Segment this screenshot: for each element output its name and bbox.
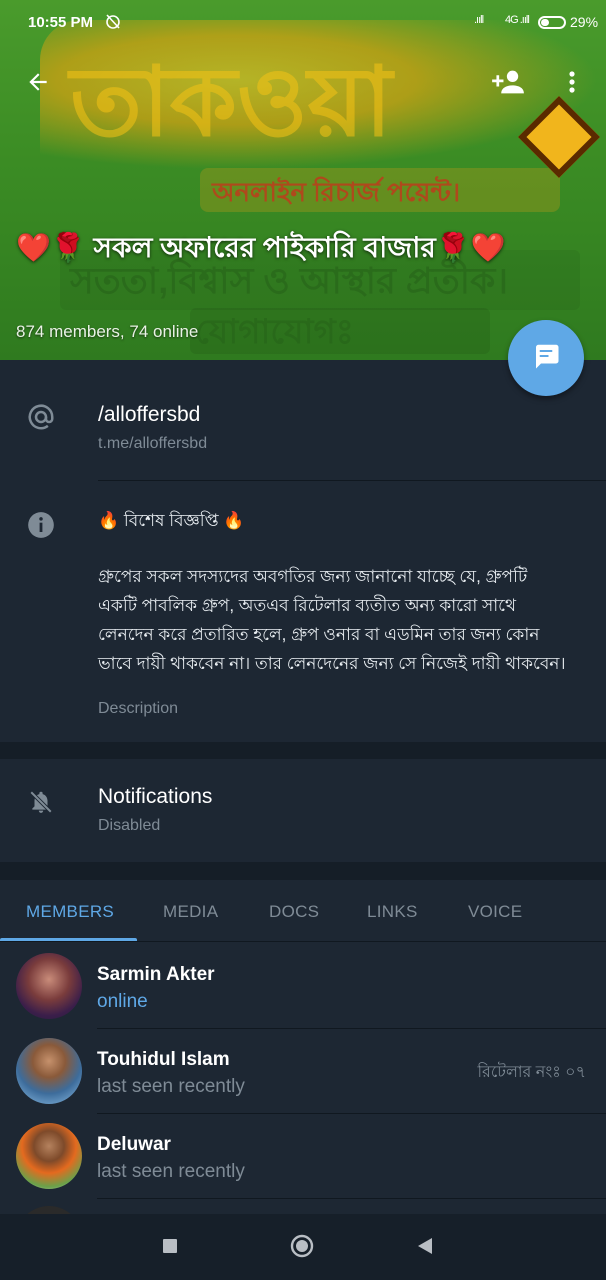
divider bbox=[98, 480, 606, 481]
divider bbox=[97, 1198, 606, 1199]
person-add-icon bbox=[491, 68, 525, 101]
circle-icon bbox=[290, 1234, 314, 1258]
group-link[interactable]: t.me/alloffersbd bbox=[98, 435, 207, 453]
triangle-back-icon bbox=[418, 1238, 432, 1254]
tabs-divider bbox=[0, 941, 606, 942]
group-username[interactable]: /alloffersbd bbox=[98, 403, 200, 427]
back-button[interactable] bbox=[14, 60, 62, 108]
back-nav-button[interactable] bbox=[416, 1236, 434, 1261]
tab-links[interactable]: LINKS bbox=[367, 902, 418, 922]
notifications-state: Disabled bbox=[98, 817, 161, 834]
home-button[interactable] bbox=[290, 1234, 314, 1263]
add-member-button[interactable] bbox=[484, 60, 532, 108]
recents-button[interactable] bbox=[162, 1238, 178, 1259]
member-name: Sarmin Akter bbox=[97, 964, 215, 985]
section-gap bbox=[0, 742, 606, 759]
notifications-row[interactable]: Notifications Disabled bbox=[0, 759, 606, 862]
member-status: last seen recently bbox=[97, 1076, 245, 1097]
tab-voice[interactable]: VOICE bbox=[468, 902, 522, 922]
info-icon bbox=[26, 510, 56, 540]
tab-docs[interactable]: DOCS bbox=[269, 902, 319, 922]
member-name: Touhidul Islam bbox=[97, 1049, 230, 1070]
status-bar: 10:55 PM .ııll 4G .ııll 29% bbox=[0, 0, 606, 46]
at-sign-icon bbox=[26, 402, 56, 432]
section-gap bbox=[0, 862, 606, 880]
bell-off-icon bbox=[26, 787, 56, 817]
more-vertical-icon bbox=[568, 70, 576, 99]
member-row[interactable]: Touhidul Islam last seen recently রিটেলা… bbox=[0, 1029, 606, 1114]
chat-icon bbox=[531, 341, 561, 376]
member-row[interactable]: Sarmin Akter online bbox=[0, 944, 606, 1029]
member-status: last seen recently bbox=[97, 1161, 245, 1182]
battery-percent: 29% bbox=[570, 14, 599, 30]
member-row[interactable]: Deluwar last seen recently bbox=[0, 1114, 606, 1199]
media-tabs: MEMBERS MEDIA DOCS LINKS VOICE bbox=[0, 880, 606, 944]
signal-icon: .ııll bbox=[474, 14, 484, 26]
banner-main-text: তাকওয়া bbox=[70, 45, 393, 158]
description-body: গ্রুপের সকল সদস্যদের অবগতির জন্য জানানো … bbox=[98, 567, 566, 673]
tab-members[interactable]: MEMBERS bbox=[26, 902, 114, 922]
description-label: Description bbox=[98, 700, 179, 717]
avatar bbox=[16, 1123, 82, 1189]
battery-icon bbox=[538, 16, 566, 29]
avatar bbox=[16, 953, 82, 1019]
banner-contact-text: যোগাযোগঃ bbox=[195, 313, 354, 351]
members-count: 874 members, 74 online bbox=[16, 322, 199, 341]
member-role: রিটেলার নংঃ ০৭ bbox=[477, 1064, 586, 1081]
group-header: তাকওয়া অনলাইন রিচার্জ পয়েন্ট। সততা,বিশ… bbox=[0, 0, 606, 360]
more-menu-button[interactable] bbox=[548, 60, 596, 108]
message-fab-button[interactable] bbox=[508, 320, 584, 396]
square-icon bbox=[163, 1239, 177, 1253]
tab-media[interactable]: MEDIA bbox=[163, 902, 218, 922]
status-time: 10:55 PM bbox=[28, 14, 94, 31]
signal-4g-icon: 4G .ııll bbox=[505, 14, 530, 26]
banner-sub-text: অনলাইন রিচার্জ পয়েন্ট। bbox=[212, 177, 461, 207]
info-section: /alloffersbd t.me/alloffersbd 🔥 বিশেষ বি… bbox=[0, 360, 606, 742]
system-nav-bar bbox=[0, 1214, 606, 1280]
member-name: Deluwar bbox=[97, 1134, 171, 1155]
group-title: ❤️🌹 সকল অফারের পাইকারি বাজার🌹❤️ bbox=[16, 232, 506, 263]
alarm-off-icon bbox=[104, 12, 122, 35]
member-status: online bbox=[97, 991, 148, 1012]
avatar bbox=[16, 1038, 82, 1104]
notifications-title: Notifications bbox=[98, 785, 213, 808]
arrow-left-icon bbox=[25, 69, 51, 100]
description-title: 🔥 বিশেষ বিজ্ঞপ্তি 🔥 bbox=[98, 511, 245, 530]
